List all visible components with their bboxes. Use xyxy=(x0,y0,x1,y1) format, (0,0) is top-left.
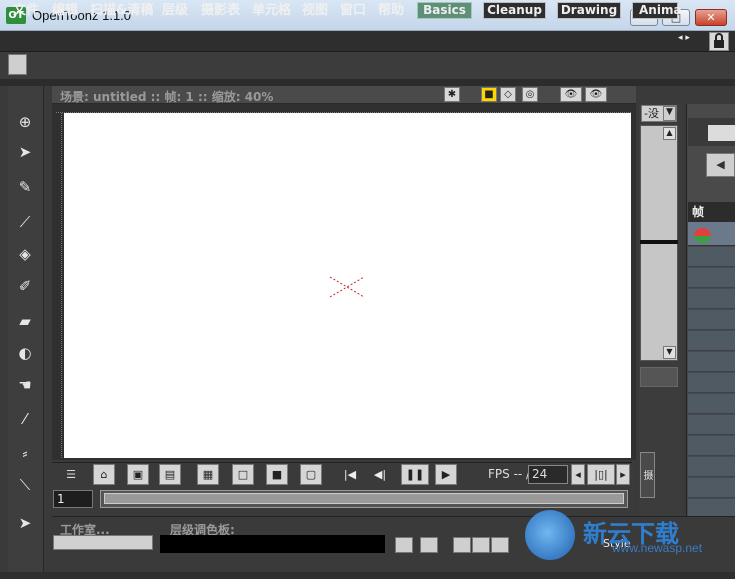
panel-separator xyxy=(0,79,735,86)
xsheet-row[interactable] xyxy=(688,478,735,498)
pause-icon[interactable]: ❚❚ xyxy=(401,464,429,485)
room-tab-animation[interactable]: Anima xyxy=(632,2,682,19)
checkerboard-bg-icon[interactable]: ▦ xyxy=(197,464,219,485)
onion-skin-icon[interactable] xyxy=(694,228,711,243)
xsheet-row[interactable] xyxy=(688,247,735,267)
xsheet-frame-header: 帧 xyxy=(688,202,735,222)
palette-prev-icon[interactable] xyxy=(453,537,471,553)
menu-file[interactable]: 文件 xyxy=(13,2,39,19)
scroll-up-icon[interactable]: ▲ xyxy=(663,127,676,140)
selection-tool-2-icon[interactable]: ➤ xyxy=(13,512,37,534)
paint-brush-tool-icon[interactable]: ✐ xyxy=(13,275,37,297)
menu-view[interactable]: 视图 xyxy=(302,2,328,19)
fps-slider-handle[interactable]: |▯| xyxy=(587,464,615,485)
room-tab-basics[interactable]: Basics xyxy=(417,2,472,19)
black-bg-icon[interactable]: ■ xyxy=(266,464,288,485)
menu-edit[interactable]: 编辑 xyxy=(52,2,78,19)
xsheet-row[interactable] xyxy=(688,415,735,435)
play-icon[interactable]: ▶ xyxy=(435,464,457,485)
fps-label: FPS -- / xyxy=(488,467,531,481)
compare-eye-icon[interactable]: 👁 xyxy=(560,87,582,102)
eraser-tool-icon[interactable]: ▰ xyxy=(13,310,37,332)
rgb-picker-icon[interactable]: ⸗ xyxy=(13,442,37,464)
camera-view-icon[interactable]: ◎ xyxy=(522,87,538,102)
first-frame-icon[interactable]: |◀ xyxy=(339,464,361,485)
room-scroll-arrows[interactable]: ◂ ▸ xyxy=(678,33,704,48)
scroll-divider xyxy=(640,240,678,244)
menu-xsheet[interactable]: 摄影表 xyxy=(201,2,240,19)
watermark-url: www.newasp.net xyxy=(612,541,703,555)
brush-tool-icon[interactable]: ✎ xyxy=(13,176,37,198)
menu-help[interactable]: 帮助 xyxy=(378,2,404,19)
fill-tool-icon[interactable]: ◈ xyxy=(13,243,37,265)
prev-frame-icon[interactable]: ◀| xyxy=(369,464,391,485)
camera-center-marker xyxy=(329,275,365,299)
3d-view-icon[interactable]: ◇ xyxy=(500,87,516,102)
camera-snapshot-icon[interactable]: ▣ xyxy=(127,464,149,485)
menu-bar xyxy=(0,31,735,52)
palette-save-icon[interactable] xyxy=(395,537,413,553)
lock-icon[interactable] xyxy=(709,32,729,51)
room-tab-drawing[interactable]: Drawing xyxy=(557,2,621,19)
watermark-logo-icon xyxy=(525,510,575,560)
scroll-down-icon[interactable]: ▼ xyxy=(663,346,676,359)
fps-slider-left-icon[interactable]: ◂ xyxy=(571,464,585,485)
room-tab-cleanup[interactable]: Cleanup xyxy=(483,2,546,19)
fps-slider-right-icon[interactable]: ▸ xyxy=(616,464,630,485)
compare-icon[interactable]: ▤ xyxy=(159,464,181,485)
selection-tool-icon[interactable]: ➤ xyxy=(13,141,37,163)
palette-next-icon[interactable] xyxy=(491,537,509,553)
room-panel-scrollbar[interactable] xyxy=(53,535,153,550)
camera-stand-icon[interactable]: ■ xyxy=(481,87,497,102)
xsheet-row[interactable] xyxy=(688,352,735,372)
palette-save-as-icon[interactable] xyxy=(420,537,438,553)
menu-level[interactable]: 层级 xyxy=(162,2,188,19)
palette-key-icon[interactable] xyxy=(472,537,490,553)
ruler-vertical xyxy=(53,113,62,458)
tool-options-bar xyxy=(0,52,735,79)
xsheet-row[interactable] xyxy=(688,436,735,456)
menu-windows[interactable]: 窗口 xyxy=(340,2,366,19)
freeze-icon[interactable]: ⌂ xyxy=(93,464,115,485)
menu-scan-cleanup[interactable]: 扫描&清稿 xyxy=(90,2,153,19)
fps-input[interactable]: 24 xyxy=(528,465,568,484)
close-button[interactable]: ✕ xyxy=(695,9,727,26)
subcamera-eye-icon[interactable]: 👁 xyxy=(585,87,607,102)
xsheet-icon[interactable] xyxy=(708,125,735,141)
tape-tool-icon[interactable]: ◐ xyxy=(13,342,37,364)
right-panel-vertical-tab[interactable]: 摄 xyxy=(640,452,655,498)
chevron-down-icon[interactable]: ▼ xyxy=(663,106,676,121)
finger-tool-icon[interactable]: ☚ xyxy=(13,374,37,396)
animate-tool-icon[interactable]: ⊕ xyxy=(13,111,37,133)
xsheet-nav-left-icon[interactable]: ◀ xyxy=(706,153,735,177)
grey-bg-icon[interactable]: ▢ xyxy=(300,464,322,485)
right-panel-lower-box xyxy=(640,367,678,387)
tool-options-button[interactable] xyxy=(8,54,27,75)
style-picker-icon[interactable]: ⁄ xyxy=(13,408,37,430)
frame-slider-bar[interactable] xyxy=(104,493,624,504)
ruler-horizontal xyxy=(56,104,631,113)
preview-toggle-icon[interactable]: ✱ xyxy=(444,87,460,102)
xsheet-row[interactable] xyxy=(688,310,735,330)
frame-number-field[interactable]: 1 xyxy=(53,490,93,508)
viewer-info-text: 场景: untitled :: 帧: 1 :: 缩放: 40% xyxy=(60,90,274,104)
xsheet-row[interactable] xyxy=(688,373,735,393)
xsheet-row[interactable] xyxy=(688,268,735,288)
palette-name-field xyxy=(160,535,385,553)
menu-lines-icon[interactable]: ☰ xyxy=(60,464,82,485)
xsheet-row[interactable] xyxy=(688,289,735,309)
status-strip xyxy=(0,572,735,579)
xsheet-row[interactable] xyxy=(688,394,735,414)
xsheet-row[interactable] xyxy=(688,457,735,477)
ruler-tool-icon[interactable]: ⟍ xyxy=(13,474,37,496)
menu-cells[interactable]: 单元格 xyxy=(252,2,291,19)
xsheet-row[interactable] xyxy=(688,331,735,351)
white-bg-icon[interactable]: □ xyxy=(232,464,254,485)
geometric-tool-icon[interactable]: ⟋ xyxy=(13,211,37,233)
